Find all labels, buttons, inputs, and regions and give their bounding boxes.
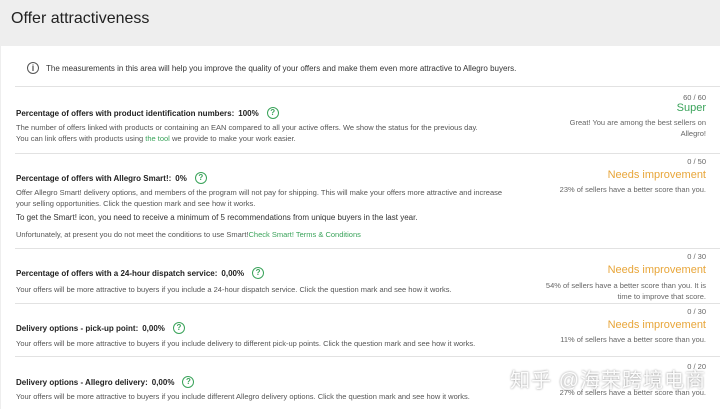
watermark: 知乎 @海荣跨境电商 <box>510 370 706 392</box>
score-value: 0 / 30 <box>687 252 706 261</box>
section-24h-dispatch: Percentage of offers with a 24-hour disp… <box>16 251 716 303</box>
divider <box>15 153 720 154</box>
smart-unavailable-text: Unfortunately, at present you do not mee… <box>16 230 361 239</box>
score-value: 60 / 60 <box>683 93 706 102</box>
tool-link[interactable]: the tool <box>145 134 170 143</box>
info-icon: i <box>27 62 39 74</box>
divider <box>15 86 720 87</box>
divider <box>15 248 720 249</box>
score-note: 54% of sellers have a better score than … <box>545 281 706 301</box>
smart-terms-link[interactable]: Check Smart! Terms & Conditions <box>249 230 361 239</box>
section-description: Your offers will be more attractive to b… <box>16 285 452 294</box>
divider <box>15 356 720 357</box>
section-value: 0,00% <box>142 323 165 333</box>
info-text: The measurements in this area will help … <box>46 63 517 73</box>
score-note: Great! You are among the best sellers on… <box>569 118 706 138</box>
score-value: 0 / 50 <box>687 157 706 166</box>
question-mark-icon[interactable]: ? <box>182 376 195 388</box>
section-pickup-point: Delivery options - pick-up point: 0,00% … <box>16 306 716 356</box>
smart-conditions-text: To get the Smart! icon, you need to rece… <box>16 213 418 222</box>
section-allegro-smart: Percentage of offers with Allegro Smart!… <box>16 156 716 248</box>
section-value: 100% <box>238 108 259 118</box>
score-note: 11% of sellers have a better score than … <box>560 335 706 344</box>
section-title: Percentage of offers with a 24-hour disp… <box>16 267 265 279</box>
status-badge: Super <box>676 102 706 114</box>
section-description: Your offers will be more attractive to b… <box>16 392 470 401</box>
section-product-identification: Percentage of offers with product identi… <box>16 93 716 154</box>
section-value: 0% <box>175 173 187 183</box>
section-description: Your offers will be more attractive to b… <box>16 339 476 348</box>
question-mark-icon[interactable]: ? <box>266 107 279 119</box>
section-description: Offer Allegro Smart! delivery options, a… <box>16 188 503 208</box>
page-title: Offer attractiveness <box>11 10 150 27</box>
divider <box>15 303 720 304</box>
section-title: Percentage of offers with product identi… <box>16 107 279 119</box>
section-value: 0,00% <box>151 377 175 387</box>
section-title: Delivery options - Allegro delivery: 0,0… <box>16 376 195 388</box>
section-title: Percentage of offers with Allegro Smart!… <box>16 172 207 184</box>
question-mark-icon[interactable]: ? <box>252 267 265 279</box>
section-value: 0,00% <box>221 268 245 278</box>
status-badge: Needs improvement <box>607 169 706 181</box>
section-title: Delivery options - pick-up point: 0,00% … <box>16 322 185 334</box>
info-banner: i The measurements in this area will hel… <box>27 62 516 74</box>
offer-attractiveness-panel: i The measurements in this area will hel… <box>1 46 720 409</box>
section-description: The number of offers linked with product… <box>16 123 478 143</box>
question-mark-icon[interactable]: ? <box>172 322 185 334</box>
status-badge: Needs improvement <box>607 319 706 331</box>
score-value: 0 / 30 <box>687 307 706 316</box>
score-note: 23% of sellers have a better score than … <box>559 185 706 194</box>
status-badge: Needs improvement <box>607 264 706 276</box>
question-mark-icon[interactable]: ? <box>194 172 207 184</box>
page-header: Offer attractiveness <box>0 0 720 44</box>
